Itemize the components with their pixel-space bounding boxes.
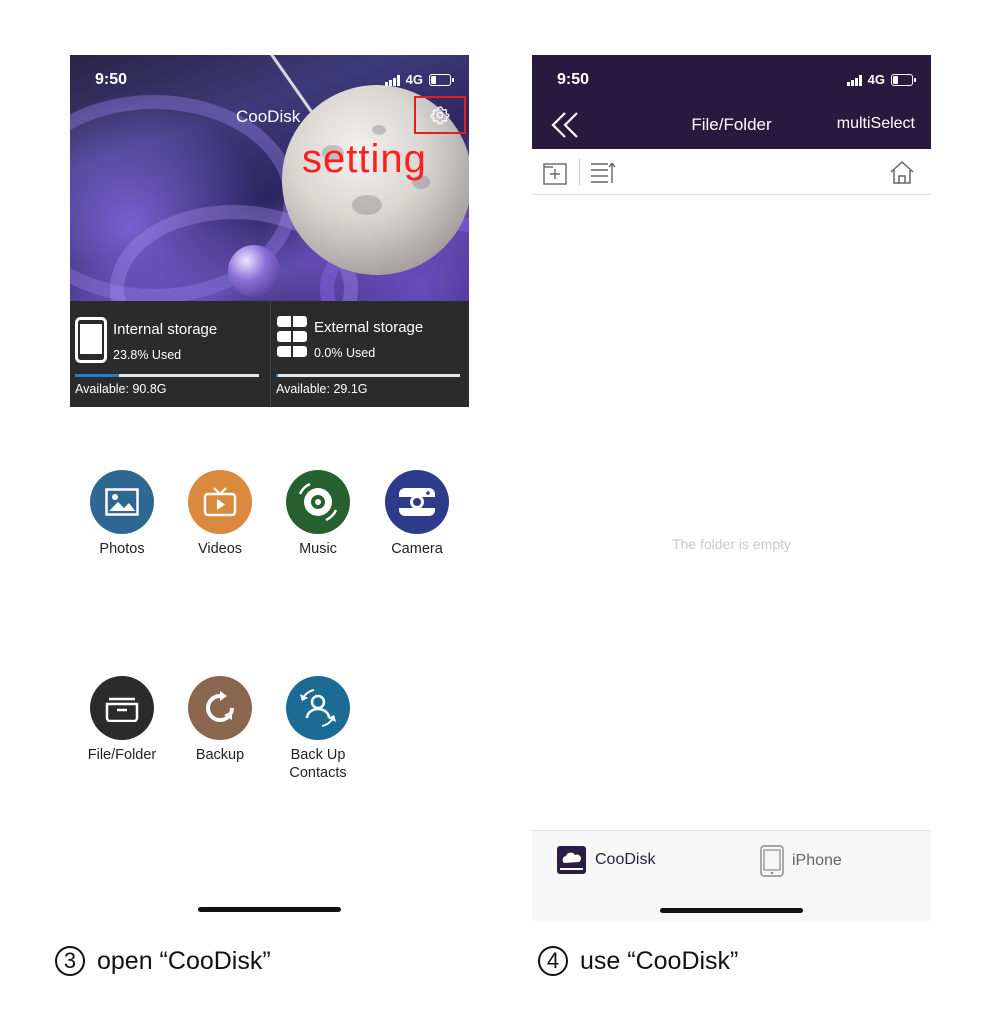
app-label: Photos xyxy=(99,541,145,557)
new-folder-button[interactable] xyxy=(543,161,567,190)
app-title: CooDisk xyxy=(236,107,301,126)
external-storage-card[interactable]: External storage 0.0% Used Available: 29… xyxy=(270,301,470,407)
network-label: 4G xyxy=(867,72,885,87)
app-music[interactable]: Music xyxy=(273,470,363,558)
purple-planet xyxy=(228,245,280,297)
app-file-folder[interactable]: File/Folder xyxy=(77,676,167,764)
bottom-tab-bar: CooDisk iPhone xyxy=(532,830,931,921)
storage-available: Available: 29.1G xyxy=(276,382,368,396)
app-backup-contacts[interactable]: Back Up Contacts xyxy=(273,676,363,782)
tab-label: CooDisk xyxy=(595,851,656,868)
phone-icon xyxy=(75,317,107,363)
tab-iphone[interactable]: iPhone xyxy=(760,845,842,877)
app-camera[interactable]: Camera xyxy=(372,470,462,558)
drive-stack-icon xyxy=(277,313,307,361)
file-folder-screen: 9:50 4G File/Folder multiSelect The fold… xyxy=(532,55,931,921)
photo-icon xyxy=(90,470,154,534)
storage-progress xyxy=(75,374,259,377)
network-label: 4G xyxy=(405,72,423,87)
home-indicator[interactable] xyxy=(660,908,803,913)
status-time: 9:50 xyxy=(557,71,590,88)
camera-icon xyxy=(385,470,449,534)
multiselect-button[interactable]: multiSelect xyxy=(837,115,915,133)
tab-coodisk[interactable]: CooDisk xyxy=(556,845,655,875)
add-folder-icon xyxy=(543,163,567,185)
app-label: File/Folder xyxy=(87,747,157,763)
app-backup[interactable]: Backup xyxy=(175,676,265,764)
storage-used: 23.8% Used xyxy=(113,348,182,362)
step-number: 4 xyxy=(538,946,568,976)
caption-step-3: 3 open “CooDisk” xyxy=(55,946,271,976)
step-number: 3 xyxy=(55,946,85,976)
contacts-sync-icon xyxy=(286,676,350,740)
gear-icon xyxy=(430,106,450,125)
app-label: Videos xyxy=(197,541,243,557)
coodisk-home-screen: 9:50 4G CooDisk setting Internal storage… xyxy=(70,55,469,920)
caption-step-4: 4 use “CooDisk” xyxy=(538,946,738,976)
caption-text: open “CooDisk” xyxy=(97,946,271,975)
sort-list-icon xyxy=(591,162,616,183)
storage-progress xyxy=(276,374,460,377)
signal-icon xyxy=(384,74,400,86)
app-label: Back Up Contacts xyxy=(289,747,347,781)
home-icon xyxy=(890,160,914,184)
setting-annotation: setting xyxy=(302,137,427,181)
music-disc-icon xyxy=(286,470,350,534)
file-toolbar xyxy=(532,149,931,195)
iphone-icon xyxy=(760,845,784,877)
signal-icon xyxy=(846,74,862,86)
storage-used: 0.0% Used xyxy=(314,346,376,360)
storage-panel: Internal storage 23.8% Used Available: 9… xyxy=(70,301,469,407)
app-photos[interactable]: Photos xyxy=(77,470,167,558)
app-label: Camera xyxy=(391,541,443,557)
caption-text: use “CooDisk” xyxy=(580,946,739,975)
toolbar-divider xyxy=(579,159,580,185)
tab-label: iPhone xyxy=(792,852,842,869)
home-button[interactable] xyxy=(889,160,915,190)
settings-button[interactable] xyxy=(414,96,466,134)
status-bar: 9:50 4G xyxy=(70,55,469,105)
storage-available: Available: 90.8G xyxy=(75,382,167,396)
sort-button[interactable] xyxy=(590,161,616,190)
coodisk-drive-icon xyxy=(557,846,586,874)
storage-label: Internal storage xyxy=(113,321,218,338)
app-label: Music xyxy=(299,541,337,557)
app-label: Backup xyxy=(195,747,245,763)
navigation-bar: 9:50 4G File/Folder multiSelect xyxy=(532,55,931,149)
empty-folder-message: The folder is empty xyxy=(671,536,792,552)
internal-storage-card[interactable]: Internal storage 23.8% Used Available: 9… xyxy=(70,301,269,407)
home-indicator[interactable] xyxy=(198,907,341,912)
status-time: 9:50 xyxy=(95,71,128,88)
folder-icon xyxy=(90,676,154,740)
app-videos[interactable]: Videos xyxy=(175,470,265,558)
status-bar: 9:50 4G xyxy=(532,55,931,105)
storage-label: External storage xyxy=(314,319,424,336)
tv-icon xyxy=(188,470,252,534)
battery-icon xyxy=(429,73,454,86)
battery-icon xyxy=(891,73,916,86)
hero-banner: 9:50 4G CooDisk setting xyxy=(70,55,469,301)
backup-icon xyxy=(188,676,252,740)
